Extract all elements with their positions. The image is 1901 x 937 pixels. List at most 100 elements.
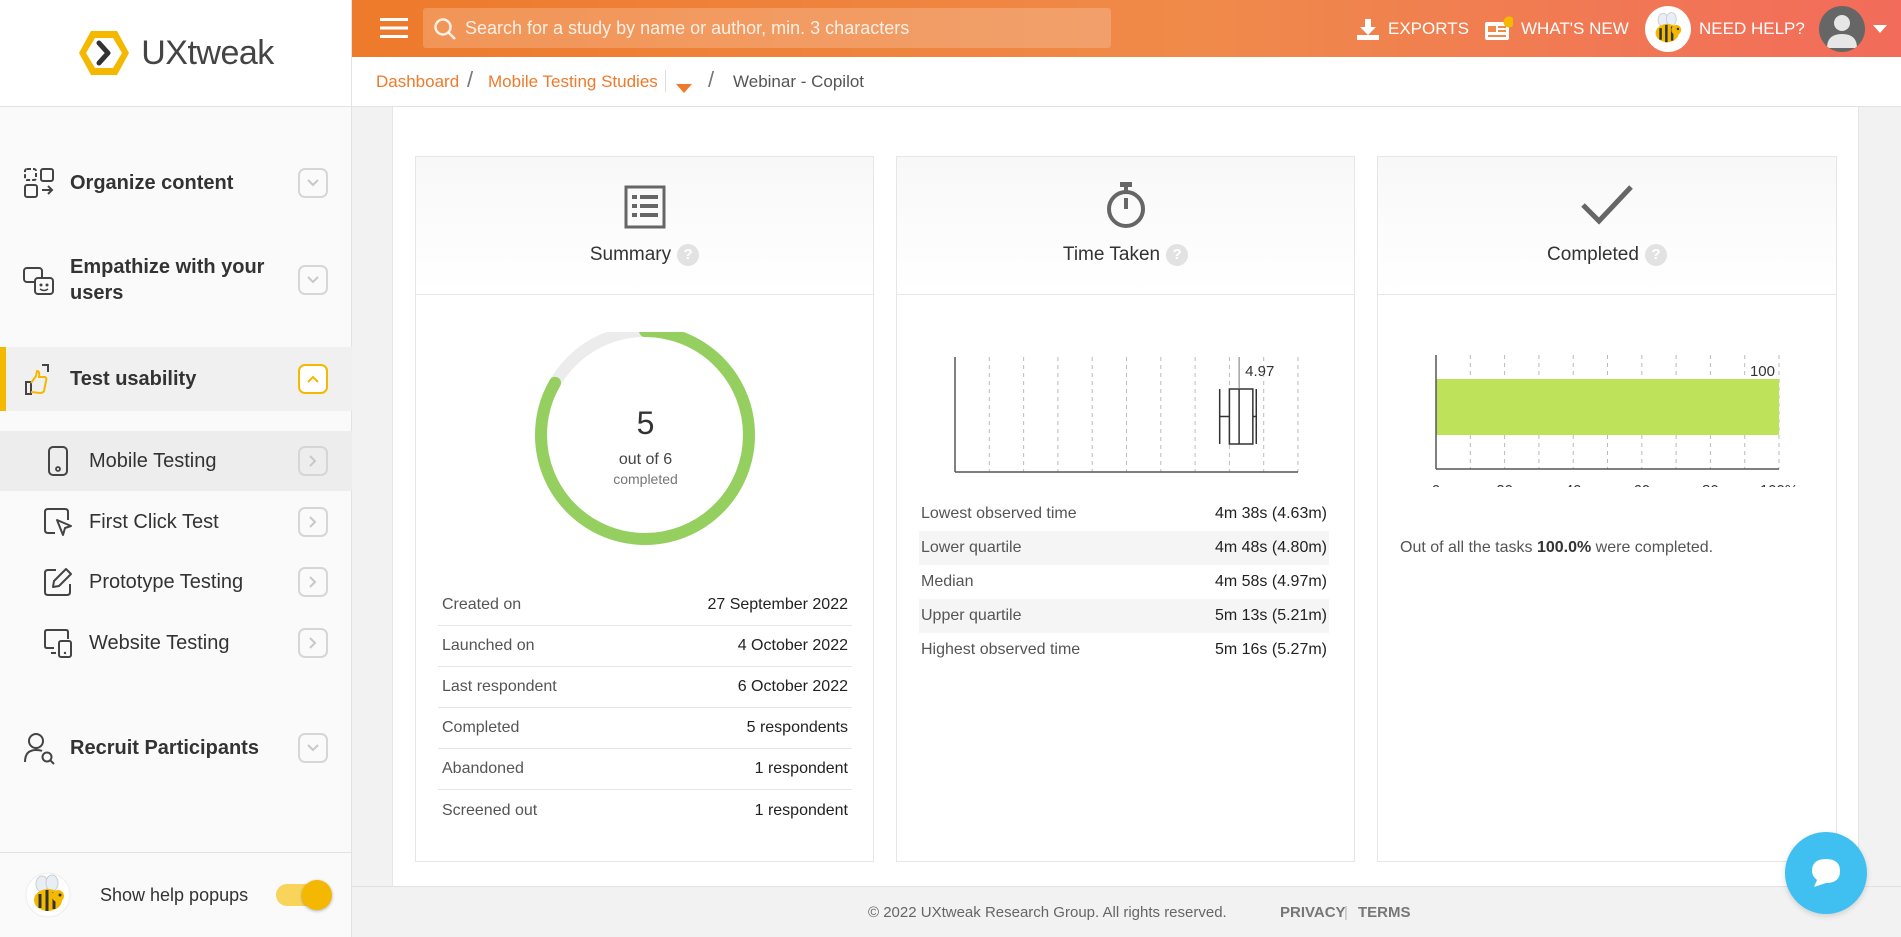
sidebar-item-label: First Click Test bbox=[89, 510, 219, 533]
user-search-icon bbox=[24, 733, 55, 765]
time-stats-table: Lowest observed time 4m 38s (4.63m) Lower… bbox=[919, 497, 1329, 667]
table-row: Last respondent 6 October 2022 bbox=[438, 667, 852, 708]
row-value: 4 October 2022 bbox=[737, 637, 848, 654]
search-input[interactable] bbox=[465, 17, 1085, 39]
bee-icon bbox=[1645, 5, 1691, 52]
sidebar-group-empathize[interactable]: Empathize with your users bbox=[0, 240, 352, 320]
row-key: Launched on bbox=[442, 637, 535, 654]
footer: © 2022 UXtweak Research Group. All right… bbox=[352, 886, 1901, 937]
x-tick-label: 20 bbox=[1496, 482, 1513, 487]
breadcrumb-dashboard[interactable]: Dashboard bbox=[376, 72, 459, 92]
toggle-knob bbox=[302, 880, 332, 910]
median-label: 4.97 bbox=[1245, 363, 1274, 380]
sidebar-item-prototype-testing[interactable]: Prototype Testing bbox=[0, 552, 352, 612]
list-document-icon bbox=[624, 185, 665, 229]
logo-text: UXtweak bbox=[141, 33, 274, 72]
sidebar-group-test-usability[interactable]: Test usability bbox=[0, 347, 352, 411]
box bbox=[1228, 388, 1254, 445]
sidebar-item-website-testing[interactable]: Website Testing bbox=[0, 613, 352, 673]
sidebar: UXtweak Organize content Empathize with … bbox=[0, 0, 352, 937]
sidebar-item-first-click-test[interactable]: First Click Test bbox=[0, 492, 352, 552]
bar-value-label: 100 bbox=[1750, 363, 1775, 380]
stopwatch-icon bbox=[1106, 182, 1145, 228]
expand-toggle[interactable] bbox=[298, 265, 328, 295]
copyright-text: © 2022 UXtweak Research Group. All right… bbox=[868, 904, 1227, 921]
x-tick-label: 4.8 bbox=[1219, 485, 1240, 487]
x-tick-label: 100% bbox=[1760, 482, 1798, 487]
summary-info-table: Created on 27 September 2022 Launched on 4… bbox=[438, 585, 852, 831]
user-menu[interactable] bbox=[1819, 0, 1887, 57]
card-title: Time Taken? bbox=[897, 244, 1354, 266]
breadcrumb-separator: / bbox=[708, 67, 715, 92]
row-value: 27 September 2022 bbox=[707, 596, 848, 613]
help-icon[interactable]: ? bbox=[677, 244, 700, 266]
completed-total: out of 6 bbox=[618, 451, 673, 468]
table-row: Median 4m 58s (4.97m) bbox=[919, 565, 1329, 599]
x-tick-label: 60 bbox=[1633, 482, 1650, 487]
avatar bbox=[1819, 5, 1865, 52]
open-arrow[interactable] bbox=[298, 507, 328, 537]
completed-caption: completed bbox=[613, 471, 678, 487]
help-icon[interactable]: ? bbox=[1166, 244, 1189, 266]
sidebar-group-organize-content[interactable]: Organize content bbox=[0, 152, 352, 214]
table-row: Created on 27 September 2022 bbox=[438, 585, 852, 626]
time-taken-card: Time Taken? 0 1.2 2.4 3.6 4.8 6m 4.97 Lowest o… bbox=[896, 156, 1355, 862]
collapse-toggle[interactable] bbox=[298, 364, 328, 394]
breadcrumb: Dashboard / Mobile Testing Studies / Web… bbox=[352, 57, 1901, 107]
completed-title: Completed bbox=[1547, 244, 1639, 265]
sidebar-item-mobile-testing[interactable]: Mobile Testing bbox=[0, 431, 352, 491]
row-key: Last respondent bbox=[442, 678, 557, 695]
row-key: Highest observed time bbox=[921, 641, 1081, 658]
table-row: Highest observed time 5m 16s (5.27m) bbox=[919, 633, 1329, 667]
row-value: 6 October 2022 bbox=[737, 678, 848, 695]
chevron-down-icon bbox=[307, 744, 319, 752]
row-key: Completed bbox=[442, 719, 520, 736]
x-tick-label: 0 bbox=[951, 485, 959, 487]
open-arrow[interactable] bbox=[298, 567, 328, 597]
sidebar-group-label: Empathize with your users bbox=[70, 256, 265, 304]
empathize-icon bbox=[23, 267, 54, 295]
summary-prefix: Out of all the tasks bbox=[1400, 539, 1537, 556]
table-row: Launched on 4 October 2022 bbox=[438, 626, 852, 667]
chevron-down-icon bbox=[307, 179, 319, 187]
need-help-button[interactable]: NEED HELP? bbox=[1645, 0, 1805, 57]
chevron-down-icon bbox=[307, 276, 319, 284]
checkmark-icon bbox=[1581, 185, 1633, 225]
card-title: Summary? bbox=[416, 244, 873, 266]
sidebar-group-label: Organize content bbox=[70, 172, 234, 194]
summary-card: Summary? 5 out of 6 completed Created on… bbox=[415, 156, 874, 862]
row-key: Lowest observed time bbox=[921, 505, 1077, 522]
download-icon bbox=[1357, 18, 1379, 40]
exports-button[interactable]: EXPORTS bbox=[1356, 0, 1469, 57]
completed-card: Completed? 0 20 40 60 80 100% 100 Out of all t… bbox=[1377, 156, 1837, 862]
whats-new-label: WHAT'S NEW bbox=[1521, 18, 1629, 38]
help-icon[interactable]: ? bbox=[1644, 244, 1667, 266]
help-popups-toggle[interactable] bbox=[276, 880, 332, 910]
footer-separator: | bbox=[1344, 904, 1348, 921]
mobile-icon bbox=[48, 446, 68, 476]
logo[interactable]: UXtweak bbox=[0, 0, 351, 107]
caret-down-icon bbox=[676, 84, 692, 93]
devices-icon bbox=[44, 629, 72, 658]
open-arrow[interactable] bbox=[298, 446, 328, 476]
breadcrumb-mobile-testing-studies[interactable]: Mobile Testing Studies bbox=[488, 72, 658, 92]
menu-icon[interactable] bbox=[380, 17, 408, 39]
expand-toggle[interactable] bbox=[298, 168, 328, 198]
whats-new-button[interactable]: WHAT'S NEW bbox=[1483, 0, 1629, 57]
help-popups-label: Show help popups bbox=[100, 884, 249, 905]
chat-button[interactable] bbox=[1785, 832, 1867, 914]
expand-toggle[interactable] bbox=[298, 733, 328, 763]
x-tick-label: 0 bbox=[1432, 482, 1440, 487]
open-arrow[interactable] bbox=[298, 628, 328, 658]
time-taken-card-header: Time Taken? bbox=[897, 157, 1354, 295]
privacy-link[interactable]: PRIVACY bbox=[1280, 904, 1346, 921]
row-value: 1 respondent bbox=[754, 760, 848, 777]
bee-icon bbox=[25, 872, 71, 918]
search-box[interactable] bbox=[423, 8, 1111, 48]
terms-link[interactable]: TERMS bbox=[1358, 904, 1411, 921]
breadcrumb-dropdown[interactable] bbox=[676, 78, 692, 98]
row-key: Screened out bbox=[442, 801, 538, 819]
x-tick-label: 40 bbox=[1565, 482, 1582, 487]
sidebar-group-recruit-participants[interactable]: Recruit Participants bbox=[0, 718, 352, 778]
uxtweak-logo-icon bbox=[79, 31, 130, 75]
